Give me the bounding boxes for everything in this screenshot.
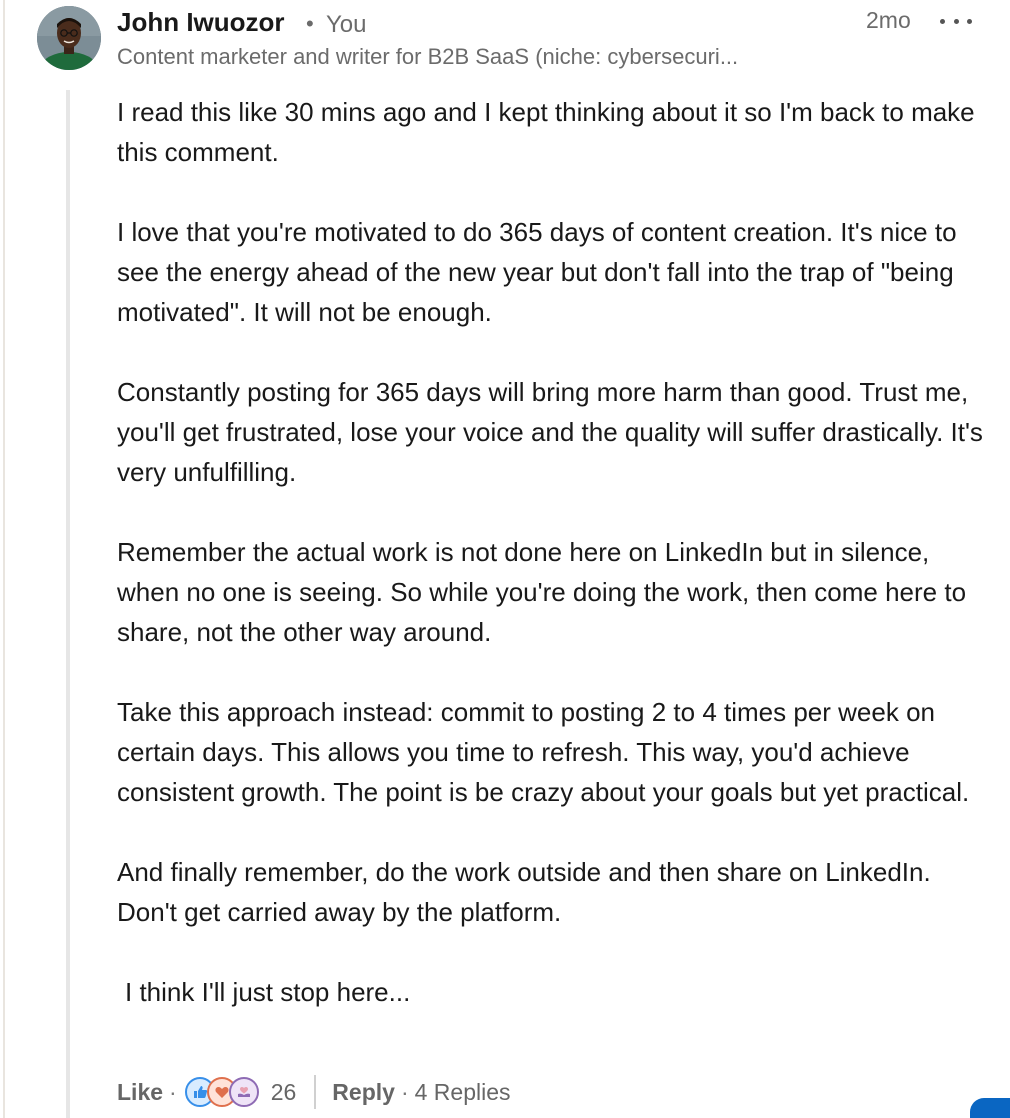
like-button[interactable]: Like: [117, 1079, 163, 1106]
comment-paragraph: I think I'll just stop here...: [125, 977, 411, 1007]
action-separator-dot: ·: [400, 1078, 409, 1105]
comment-paragraph: Remember the actual work is not done her…: [117, 537, 967, 647]
author-headline: Content marketer and writer for B2B SaaS…: [117, 44, 739, 69]
ellipsis-horizontal-icon[interactable]: [940, 8, 972, 34]
comment-paragraph: And finally remember, do the work outsid…: [117, 857, 931, 927]
reaction-count: 26: [270, 1078, 297, 1105]
action-separator-dot: ·: [169, 1078, 177, 1105]
reply-button[interactable]: Reply: [332, 1079, 395, 1106]
thread-line: [66, 90, 70, 1118]
author-name[interactable]: John Iwuozor: [117, 7, 285, 38]
reactions-summary[interactable]: 26: [184, 1077, 297, 1107]
comment-action-bar: Like · 26 Reply · 4 Replies: [117, 1072, 511, 1112]
ellipsis-dot: [940, 18, 945, 24]
action-divider: [314, 1075, 317, 1109]
ellipsis-dot: [953, 18, 959, 24]
comment-timestamp: 2mo: [866, 7, 911, 33]
author-avatar[interactable]: [37, 6, 101, 70]
ellipsis-dot: [967, 18, 972, 24]
replies-count-link[interactable]: 4 Replies: [415, 1079, 511, 1106]
comment-paragraph: I read this like 30 mins ago and I kept …: [117, 97, 975, 167]
comment-paragraph: Take this approach instead: commit to po…: [117, 697, 970, 807]
avatar-photo: [37, 6, 101, 70]
left-border: [3, 0, 5, 1118]
author-relation-badge: You: [326, 11, 367, 38]
comment-paragraph: I love that you're motivated to do 365 d…: [117, 217, 957, 327]
messaging-overlay-button[interactable]: [970, 1098, 1010, 1118]
comment-paragraph: Constantly posting for 365 days will bri…: [117, 377, 983, 487]
author-separator: •: [306, 11, 314, 36]
comment-page: John Iwuozor • You 2mo Content marketer …: [0, 0, 1010, 1118]
comment-body: I read this like 30 mins ago and I kept …: [117, 92, 987, 1012]
support-reaction-icon: [228, 1077, 259, 1107]
